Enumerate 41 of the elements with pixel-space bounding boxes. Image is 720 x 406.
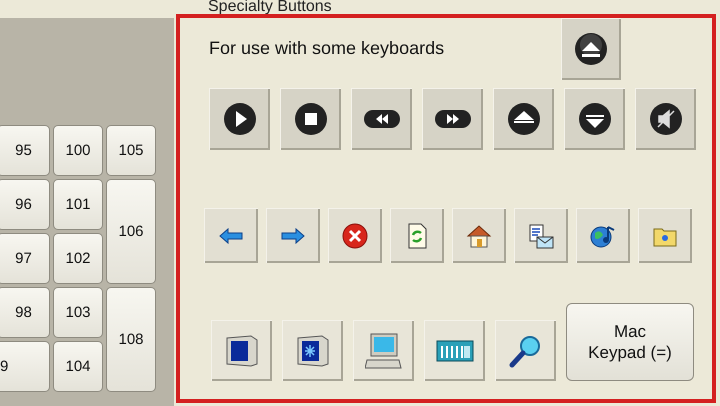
stop-icon	[294, 102, 328, 136]
specialty-button[interactable]	[424, 320, 485, 381]
keypad-key[interactable]: 101	[53, 179, 103, 230]
keypad-key[interactable]: 97	[0, 233, 50, 284]
keypad-key[interactable]: 100	[53, 125, 103, 176]
specialty-button[interactable]	[495, 320, 556, 381]
specialty-button[interactable]	[328, 208, 382, 263]
keypad-key[interactable]: 106	[106, 179, 156, 284]
document-envelope-icon	[528, 222, 554, 248]
close-icon	[342, 222, 368, 248]
specialty-button[interactable]	[576, 208, 630, 263]
specialty-button[interactable]	[280, 88, 341, 150]
specialty-button[interactable]	[635, 88, 696, 150]
specialty-button[interactable]	[564, 88, 625, 150]
specialty-button[interactable]	[353, 320, 414, 381]
mac-keypad-button[interactable]: Mac Keypad (=)	[566, 303, 694, 381]
specialty-button[interactable]	[282, 320, 343, 381]
keypad-key[interactable]: 9	[0, 341, 50, 392]
specialty-button[interactable]	[561, 18, 621, 80]
specialty-button[interactable]	[514, 208, 568, 263]
specialty-button[interactable]	[422, 88, 483, 150]
specialty-button[interactable]	[351, 88, 412, 150]
specialty-button[interactable]	[209, 88, 270, 150]
keypad-key[interactable]: 108	[106, 287, 156, 392]
keypad-key[interactable]: 105	[106, 125, 156, 176]
keypad-key[interactable]: 96	[0, 179, 50, 230]
home-icon	[466, 222, 492, 248]
play-icon	[222, 102, 256, 136]
specialty-button[interactable]	[211, 320, 272, 381]
keypad-key[interactable]: 95	[0, 125, 50, 176]
mute-icon	[648, 102, 682, 136]
keypad-key[interactable]: 102	[53, 233, 103, 284]
keypad-key[interactable]: 104	[53, 341, 103, 392]
eject-icon	[574, 32, 608, 66]
keypad-key[interactable]: 103	[53, 287, 103, 338]
specialty-button[interactable]	[390, 208, 444, 263]
keypad-key[interactable]: 98	[0, 287, 50, 338]
computer-icon	[364, 332, 402, 370]
specialty-button[interactable]	[493, 88, 554, 150]
group-note: For use with some keyboards	[209, 38, 444, 59]
specialty-button[interactable]	[452, 208, 506, 263]
